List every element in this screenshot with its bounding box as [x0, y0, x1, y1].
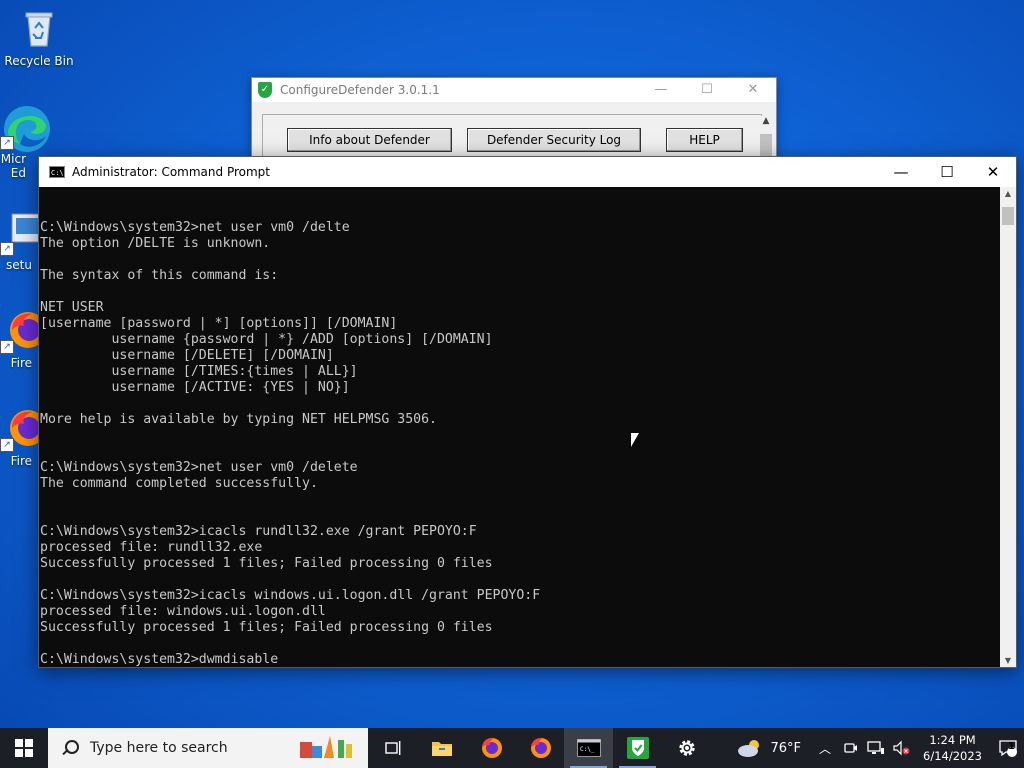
console-line: username [/ACTIVE: {YES | NO}] [40, 380, 350, 395]
firefox-taskbar-button[interactable] [515, 728, 564, 768]
configure-defender-titlebar[interactable]: ✓ ConfigureDefender 3.0.1.1 — ☐ ✕ [252, 78, 776, 102]
console-line: C:\Windows\system32>dwmdisable [40, 652, 279, 667]
minimize-button[interactable]: — [878, 157, 924, 187]
console-line: username [/TIMES:{times | ALL}] [40, 364, 358, 379]
shortcut-arrow-icon: ↗ [0, 136, 14, 150]
console-line: username [/DELETE] [/DOMAIN] [40, 348, 334, 363]
chevron-up-icon[interactable]: ︿ [819, 740, 831, 757]
maximize-button[interactable]: ☐ [924, 157, 970, 187]
console-line: username {password | *} /ADD [options] [… [40, 332, 493, 347]
configure-defender-taskbar-button[interactable] [613, 728, 662, 768]
firefox-taskbar-button[interactable] [466, 728, 515, 768]
scroll-thumb[interactable] [1002, 207, 1014, 225]
window-title: ConfigureDefender 3.0.1.1 [280, 83, 440, 97]
maximize-button[interactable]: ☐ [684, 78, 730, 102]
console-line: [username [password | *] [options]] [/DO… [40, 316, 398, 331]
console-scrollbar[interactable]: ▲ ▼ [1000, 187, 1016, 667]
console-line: processed file: rundll32.exe [40, 540, 263, 555]
close-button[interactable]: ✕ [970, 157, 1016, 187]
defender-security-log-button[interactable]: Defender Security Log [467, 128, 641, 152]
settings-gear-icon [678, 740, 695, 756]
search-icon [62, 740, 79, 756]
windows-logo-icon [15, 739, 33, 757]
console-line: processed file: windows.ui.logon.dll [40, 604, 326, 619]
console-line: The option /DELTE is unknown. [40, 236, 271, 251]
console-line: The command completed successfully. [40, 476, 318, 491]
console-lines: C:\Windows\system32>net user vm0 /delte T… [40, 220, 540, 667]
console-line: C:\Windows\system32>icacls windows.ui.lo… [40, 588, 541, 603]
console-output[interactable]: C:\Windows\system32>net user vm0 /delte T… [39, 187, 1000, 667]
console-line: Successfully processed 1 files; Failed p… [40, 620, 493, 635]
minimize-button[interactable]: — [638, 78, 684, 102]
desktop: Recycle Bin ↗ Micr Ed ↗ setu ↗ Fire ↗ Fi… [0, 0, 1024, 728]
info-about-defender-button[interactable]: Info about Defender [287, 128, 452, 152]
console-line: C:\Windows\system32>net user vm0 /delte [40, 220, 350, 235]
scroll-up-icon[interactable]: ▲ [758, 116, 774, 126]
console-line: Successfully processed 1 files; Failed p… [40, 556, 493, 571]
search-placeholder: Type here to search [90, 740, 228, 756]
weather-cloud-icon[interactable] [736, 738, 764, 758]
command-prompt-titlebar[interactable]: C:\ Administrator: Command Prompt — ☐ ✕ [39, 157, 1016, 187]
shortcut-arrow-icon: ↗ [0, 340, 14, 354]
shortcut-arrow-icon: ↗ [0, 438, 14, 452]
taskbar-clock[interactable]: 1:24 PM 6/14/2023 [923, 732, 982, 764]
console-line: The syntax of this command is: [40, 268, 279, 283]
desktop-icon-label: Recycle Bin [4, 54, 74, 68]
start-button[interactable] [0, 728, 48, 768]
svg-text:C:\_: C:\_ [580, 746, 595, 753]
network-icon[interactable] [867, 740, 885, 756]
taskbar-search-box[interactable]: Type here to search [48, 728, 368, 768]
scroll-up-icon[interactable]: ▲ [1000, 189, 1016, 198]
notification-count: 1 [1008, 741, 1015, 752]
console-line: NET USER [40, 300, 104, 315]
desktop-icon-recycle-bin[interactable]: Recycle Bin [1, 6, 77, 68]
defender-shield-icon: ✓ [258, 82, 272, 98]
recycle-bin-icon [17, 6, 61, 50]
edge-icon: ↗ [0, 104, 50, 152]
command-prompt-icon: C:\ [49, 166, 65, 178]
file-explorer-button[interactable] [417, 728, 466, 768]
weather-temperature[interactable]: 76°F [770, 741, 801, 756]
window-title: Administrator: Command Prompt [72, 165, 270, 179]
close-button[interactable]: ✕ [730, 78, 776, 102]
command-prompt-icon: C:\_ [576, 739, 601, 757]
volume-muted-icon[interactable] [893, 740, 911, 756]
command-prompt-taskbar-button[interactable]: C:\_ [564, 728, 613, 768]
configure-defender-icon [626, 737, 649, 759]
system-tray: 76°F ︿ 1:24 PM 6/14/2023 1 [736, 728, 1024, 768]
console-line: C:\Windows\system32>net user vm0 /delete [40, 460, 358, 475]
help-button[interactable]: HELP [666, 128, 743, 152]
action-center-button[interactable]: 1 [992, 728, 1024, 768]
search-highlight-illustration-icon [298, 732, 362, 764]
scroll-down-icon[interactable]: ▼ [1000, 656, 1016, 665]
task-view-button[interactable] [368, 728, 417, 768]
clock-date: 6/14/2023 [923, 749, 982, 763]
console-line: More help is available by typing NET HEL… [40, 412, 437, 427]
firefox-icon [530, 737, 551, 758]
command-prompt-window[interactable]: C:\ Administrator: Command Prompt — ☐ ✕ … [38, 156, 1017, 668]
taskbar: Type here to search C:\_ 76°F ︿ 1:24 PM … [0, 728, 1024, 768]
file-explorer-icon [431, 742, 452, 756]
firefox-icon [481, 737, 502, 758]
shortcut-arrow-icon: ↗ [0, 242, 14, 256]
mouse-pointer-icon [631, 433, 639, 447]
console-line: C:\Windows\system32>icacls rundll32.exe … [40, 524, 477, 539]
clock-time: 1:24 PM [929, 733, 976, 747]
task-view-icon [384, 741, 400, 755]
settings-taskbar-button[interactable] [662, 728, 711, 768]
meet-now-icon[interactable] [843, 740, 859, 756]
